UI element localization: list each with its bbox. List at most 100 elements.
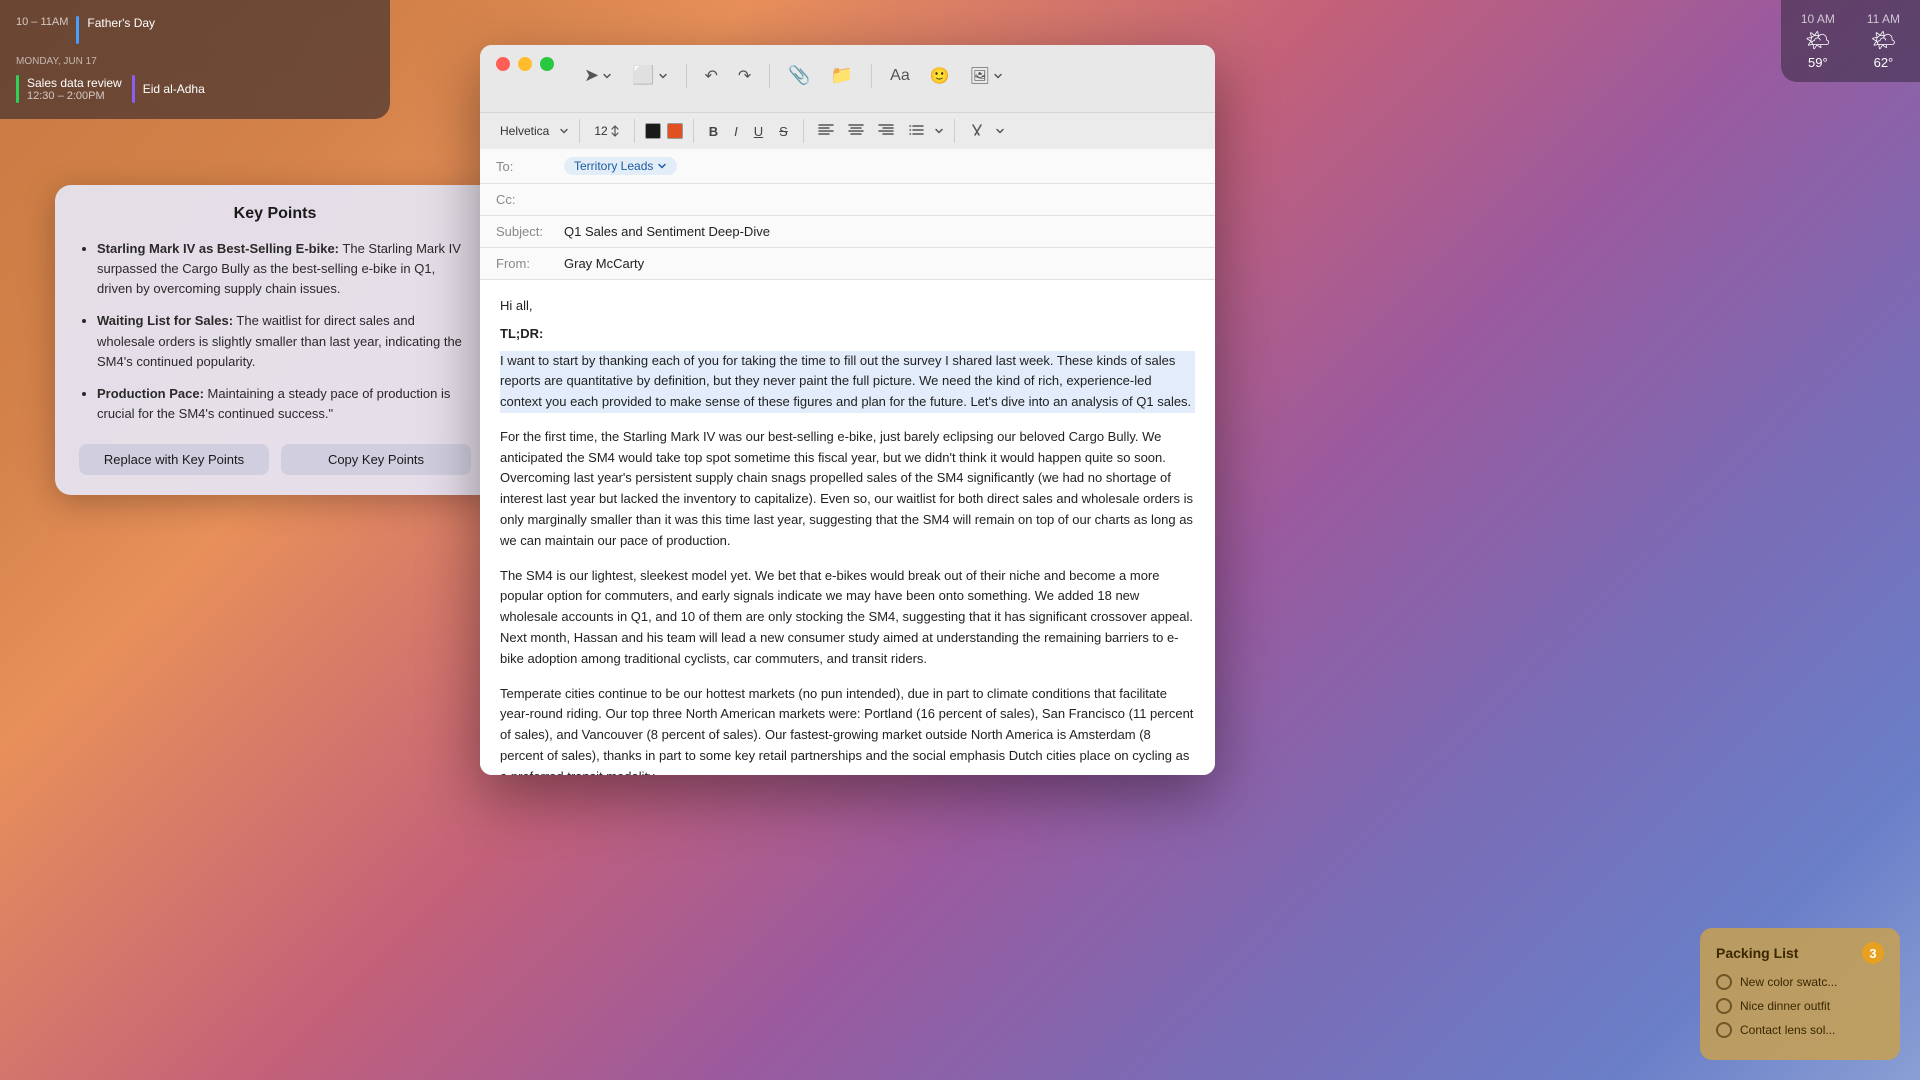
packing-item-1: New color swatc...: [1716, 974, 1884, 990]
align-center-icon: [848, 123, 864, 137]
calendar-widget: 10 – 11AM Father's Day MONDAY, JUN 17 Sa…: [0, 0, 390, 119]
from-value: Gray McCarty: [564, 256, 644, 271]
font-family-select[interactable]: Helvetica: [496, 122, 553, 140]
toolbar-divider-1: [686, 64, 687, 88]
weather-time-1: 10 AM: [1801, 12, 1835, 26]
packing-checkbox-3[interactable]: [1716, 1022, 1732, 1038]
email-para-2: For the first time, the Starling Mark IV…: [500, 427, 1195, 552]
replace-key-points-button[interactable]: Replace with Key Points: [79, 444, 269, 475]
font-family-chevron: [559, 126, 569, 136]
layout-chevron-icon: [658, 71, 668, 81]
weather-time-2: 11 AM: [1867, 12, 1900, 26]
to-chip-label: Territory Leads: [574, 159, 653, 173]
align-center-button[interactable]: [844, 120, 868, 143]
cal-time-1: 10 – 11AM: [16, 16, 68, 28]
more-format-button[interactable]: [965, 120, 989, 143]
to-chip-chevron: [657, 161, 667, 171]
window-maximize-button[interactable]: [540, 57, 554, 71]
email-body[interactable]: Hi all, TL;DR: I want to start by thanki…: [480, 280, 1215, 775]
key-point-2: Waiting List for Sales: The waitlist for…: [97, 311, 471, 371]
email-para-1: I want to start by thanking each of you …: [500, 351, 1195, 413]
to-label: To:: [496, 159, 556, 174]
font-size-arrows: [610, 125, 620, 137]
emoji-button[interactable]: 🙂: [924, 62, 956, 90]
layout-icon: ⬜: [632, 65, 654, 86]
send-button[interactable]: ➤: [578, 61, 618, 90]
cal-date-label: MONDAY, JUN 17: [16, 56, 374, 67]
more-format-chevron: [995, 126, 1005, 136]
packing-checkbox-1[interactable]: [1716, 974, 1732, 990]
cal-event-2: Eid al-Adha: [143, 82, 205, 96]
toolbar-divider-3: [871, 64, 872, 88]
toolbar-divider-2: [769, 64, 770, 88]
email-greeting: Hi all,: [500, 296, 1195, 316]
font-icon: Aa: [890, 67, 910, 85]
subject-label: Subject:: [496, 224, 556, 239]
align-left-icon: [818, 123, 834, 137]
weather-widget: 10 AM 🌤 59° 11 AM 🌤 62°: [1781, 0, 1920, 82]
redo-icon: ↷: [738, 66, 751, 86]
list-chevron-icon: [934, 126, 944, 136]
folder-button[interactable]: 📁: [825, 61, 859, 90]
email-fields: To: Territory Leads Cc: Subject: Q1 Sale…: [480, 149, 1215, 280]
packing-text-3: Contact lens sol...: [1740, 1023, 1835, 1037]
align-left-button[interactable]: [814, 120, 838, 143]
key-points-panel: Key Points Starling Mark IV as Best-Sell…: [55, 185, 495, 495]
undo-button[interactable]: ↶: [699, 62, 724, 90]
emoji-icon: 🙂: [930, 66, 950, 86]
cc-field-row[interactable]: Cc:: [480, 184, 1215, 216]
strikethrough-button[interactable]: S: [774, 121, 793, 142]
key-point-3: Production Pace: Maintaining a steady pa…: [97, 384, 471, 424]
packing-list-count: 3: [1862, 942, 1884, 964]
kp1-bold: Starling Mark IV as Best-Selling E-bike:: [97, 241, 339, 256]
list-button[interactable]: [904, 120, 928, 143]
font-size-input[interactable]: 12: [590, 122, 623, 140]
format-bar: Helvetica 12 B I U S: [480, 112, 1215, 149]
window-close-button[interactable]: [496, 57, 510, 71]
weather-temp-1: 59°: [1808, 55, 1828, 70]
cc-label: Cc:: [496, 192, 556, 207]
redo-button[interactable]: ↷: [732, 62, 757, 90]
photo-button[interactable]: 🖼: [964, 62, 1009, 90]
window-minimize-button[interactable]: [518, 57, 532, 71]
layout-button[interactable]: ⬜: [626, 61, 673, 90]
highlight-color-swatch[interactable]: [667, 123, 683, 139]
to-chip[interactable]: Territory Leads: [564, 157, 677, 175]
photo-chevron-icon: [993, 71, 1003, 81]
text-color-swatch[interactable]: [645, 123, 661, 139]
underline-button[interactable]: U: [749, 121, 768, 142]
attach-icon: 📎: [788, 65, 810, 86]
italic-button[interactable]: I: [729, 121, 743, 142]
cal-event-1: Father's Day: [87, 16, 155, 30]
subject-value[interactable]: Q1 Sales and Sentiment Deep-Dive: [564, 224, 770, 239]
list-icon: [908, 123, 924, 137]
from-field-row: From: Gray McCarty: [480, 248, 1215, 280]
more-format-icon: [969, 123, 985, 137]
email-compose-window: ➤ ⬜ ↶ ↷ 📎: [480, 45, 1215, 775]
packing-list-widget: Packing List 3 New color swatc... Nice d…: [1700, 928, 1900, 1060]
email-tldr: TL;DR:: [500, 326, 1195, 341]
cal-sales-time: 12:30 – 2:00PM: [27, 90, 122, 102]
font-size-value: 12: [594, 124, 607, 138]
subject-field-row: Subject: Q1 Sales and Sentiment Deep-Div…: [480, 216, 1215, 248]
folder-icon: 📁: [831, 65, 853, 86]
packing-checkbox-2[interactable]: [1716, 998, 1732, 1014]
send-chevron-icon: [602, 71, 612, 81]
attach-button[interactable]: 📎: [782, 61, 816, 90]
undo-icon: ↶: [705, 66, 718, 86]
weather-icon-1: 🌤: [1805, 28, 1830, 53]
key-point-1: Starling Mark IV as Best-Selling E-bike:…: [97, 239, 471, 299]
packing-text-1: New color swatc...: [1740, 975, 1837, 989]
packing-item-3: Contact lens sol...: [1716, 1022, 1884, 1038]
email-para-4: Temperate cities continue to be our hott…: [500, 684, 1195, 775]
to-field-row: To: Territory Leads: [480, 149, 1215, 184]
send-icon: ➤: [584, 65, 599, 86]
desktop-background: 10 – 11AM Father's Day MONDAY, JUN 17 Sa…: [0, 0, 1920, 1080]
weather-icon-2: 🌤: [1871, 28, 1896, 53]
copy-key-points-button[interactable]: Copy Key Points: [281, 444, 471, 475]
align-right-button[interactable]: [874, 120, 898, 143]
packing-item-2: Nice dinner outfit: [1716, 998, 1884, 1014]
align-right-icon: [878, 123, 894, 137]
font-button[interactable]: Aa: [884, 63, 916, 89]
bold-button[interactable]: B: [704, 121, 723, 142]
